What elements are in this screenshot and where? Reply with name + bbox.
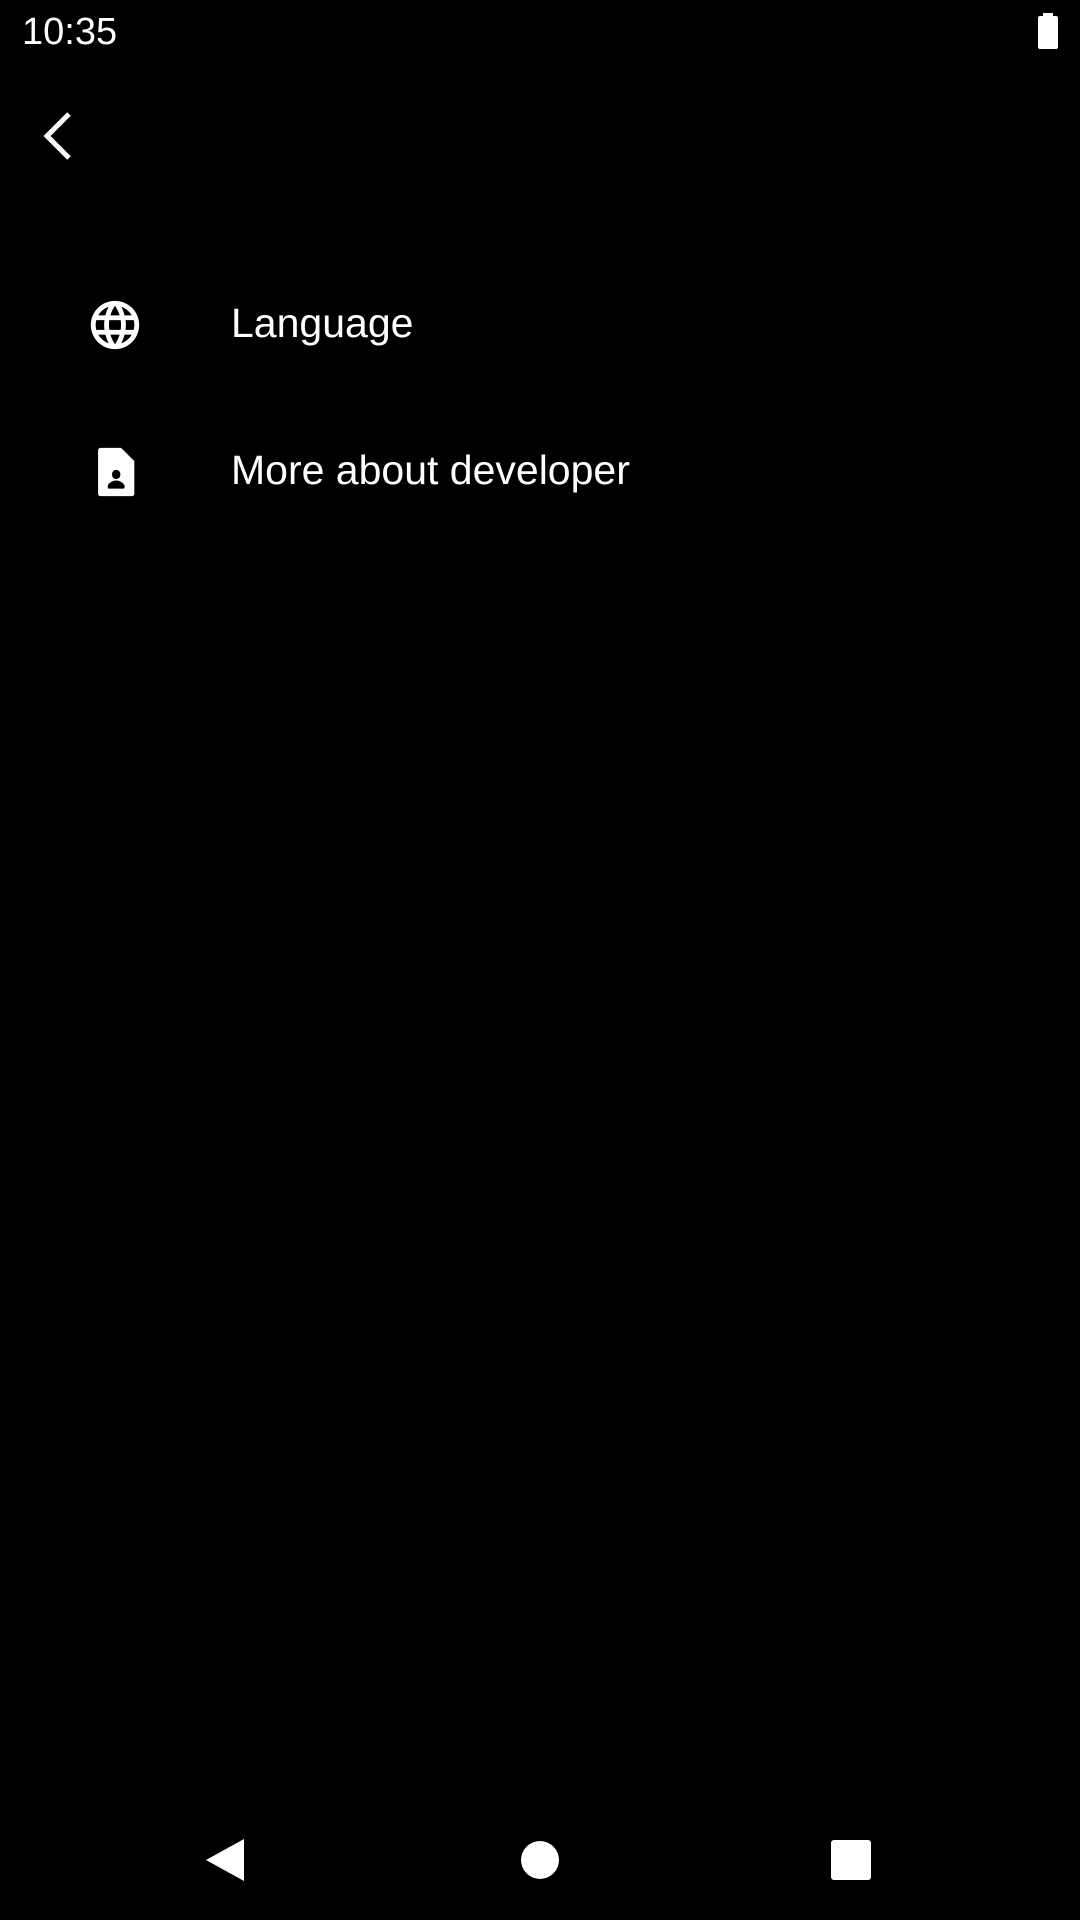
nav-back-button[interactable] xyxy=(166,1800,286,1920)
menu-item-label: More about developer xyxy=(231,447,630,493)
settings-menu: Language More about developer xyxy=(0,250,1080,544)
battery-full-icon xyxy=(1036,13,1060,49)
chevron-left-icon xyxy=(43,112,71,160)
nav-recents-square-icon xyxy=(831,1840,871,1880)
menu-item-label: Language xyxy=(231,300,414,346)
menu-item-more-about-developer[interactable]: More about developer xyxy=(0,397,1080,544)
globe-icon xyxy=(86,296,144,354)
contact-document-icon xyxy=(86,443,144,501)
nav-recents-button[interactable] xyxy=(791,1800,911,1920)
system-navigation-bar xyxy=(0,1800,1080,1920)
status-bar: 10:35 xyxy=(0,0,1080,64)
nav-home-button[interactable] xyxy=(480,1800,600,1920)
nav-home-circle-icon xyxy=(521,1841,559,1879)
menu-item-language[interactable]: Language xyxy=(0,250,1080,397)
back-button[interactable] xyxy=(22,96,94,176)
nav-back-triangle-icon xyxy=(206,1839,244,1881)
status-time: 10:35 xyxy=(22,11,118,53)
